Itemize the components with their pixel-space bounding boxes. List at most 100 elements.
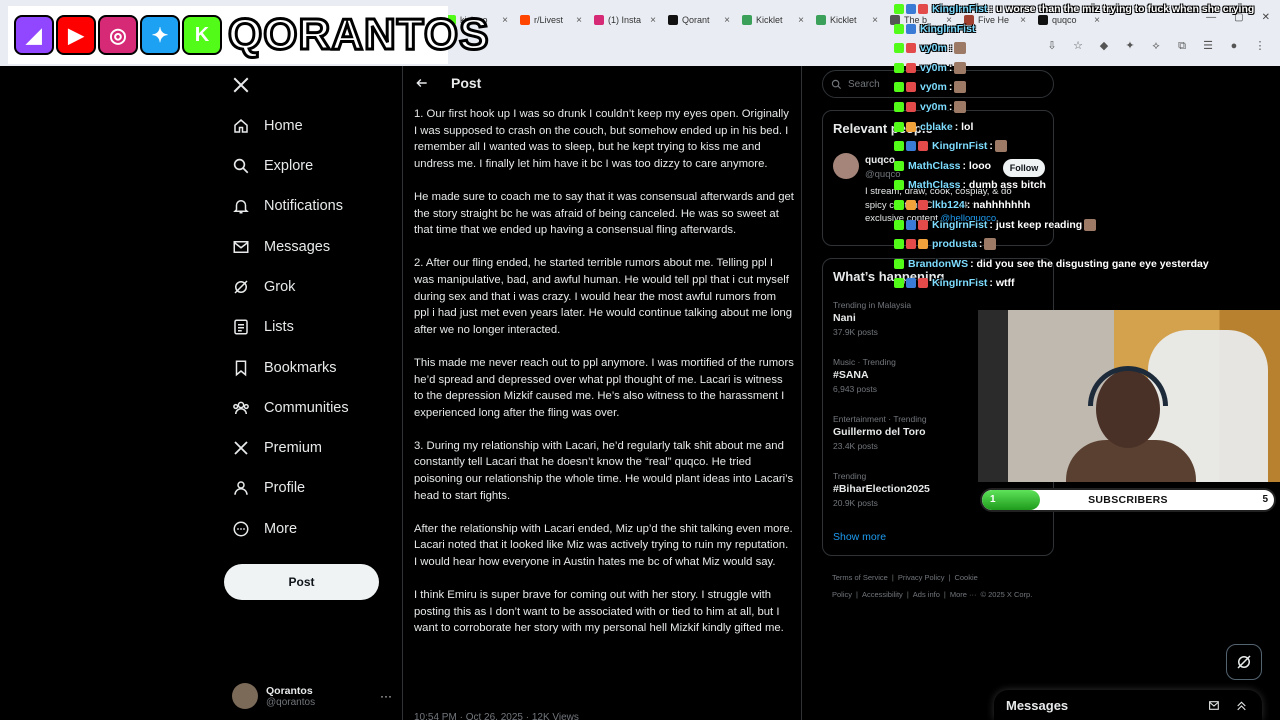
- nav-item-explore[interactable]: Explore: [232, 151, 313, 181]
- more-icon: [232, 520, 250, 538]
- close-tab-icon[interactable]: ×: [872, 15, 878, 26]
- left-navigation: Home Explore Notifications Messages Grok List…: [222, 66, 400, 720]
- nav-item-premium[interactable]: Premium: [232, 433, 322, 463]
- chat-badge-icon: [894, 258, 904, 269]
- instagram-icon: ◎: [98, 15, 138, 55]
- show-more-link[interactable]: Show more: [833, 531, 886, 543]
- nav-label: Profile: [264, 480, 306, 496]
- nav-label: Explore: [264, 158, 314, 174]
- chat-text: :: [989, 140, 993, 153]
- close-tab-icon[interactable]: ×: [650, 15, 656, 26]
- browser-tab[interactable]: (1) Insta ×: [588, 8, 662, 32]
- account-name: Qorantos: [266, 684, 313, 697]
- chat-badge-icon: [894, 62, 904, 73]
- chat-badge-icon: [894, 141, 904, 152]
- chat-text: : u worse than the miz trying to fuck wh…: [989, 3, 1255, 15]
- chat-username: vy0m: [920, 42, 947, 55]
- chat-text: :: [948, 81, 953, 94]
- grok-button[interactable]: [1226, 644, 1262, 680]
- post-paragraph: 2. After our fling ended, he started ter…: [414, 257, 793, 336]
- back-arrow-icon[interactable]: [415, 76, 429, 90]
- footer-link[interactable]: Terms of Service: [832, 573, 888, 582]
- chat-message: KingIrnFist:: [894, 137, 1007, 155]
- chat-badge-icon: [906, 141, 916, 152]
- chat-message: KingIrnFist: u worse than the miz trying…: [894, 0, 1254, 18]
- chat-badge-icon: [918, 278, 928, 289]
- close-tab-icon[interactable]: ×: [798, 15, 804, 26]
- nav-item-bookmarks[interactable]: Bookmarks: [232, 353, 337, 383]
- subscriber-label: SUBSCRIBERS: [1088, 494, 1168, 506]
- new-message-icon[interactable]: [1208, 699, 1221, 712]
- more-icon[interactable]: ···: [380, 689, 392, 703]
- tab-label: Qorant: [682, 15, 710, 25]
- relevant-user-name[interactable]: quqco: [865, 155, 895, 166]
- footer-link[interactable]: Accessibility: [862, 590, 903, 599]
- search-icon: [232, 157, 250, 175]
- chat-badge-icon: [894, 180, 904, 191]
- chat-badge-icon: [906, 219, 916, 230]
- chat-username: MathClass: [908, 159, 961, 172]
- chat-badge-icon: [918, 219, 928, 230]
- tab-favicon-icon: [520, 15, 530, 25]
- chevron-up-icon[interactable]: [1235, 699, 1248, 712]
- chat-badge-icon: [894, 23, 904, 34]
- chat-text: :: [948, 42, 953, 55]
- chat-emote-icon: [954, 42, 967, 55]
- chat-text: : did you see the disgusting gane eye ye…: [970, 257, 1209, 270]
- kick-icon: K: [182, 15, 222, 55]
- chat-message: vy0m:: [894, 98, 967, 116]
- x-logo-icon[interactable]: [232, 76, 250, 94]
- bookmark-icon: [232, 359, 250, 377]
- nav-item-grok[interactable]: Grok: [232, 272, 295, 302]
- chat-text: : just keep reading: [989, 218, 1083, 231]
- mail-icon: [232, 238, 250, 256]
- browser-tab[interactable]: Kicklet ×: [810, 8, 884, 32]
- browser-tab[interactable]: Qorant ×: [662, 8, 736, 32]
- chat-username: vy0m: [920, 61, 947, 74]
- nav-item-more[interactable]: More: [232, 514, 297, 544]
- x-icon: [232, 439, 250, 457]
- nav-item-communities[interactable]: Communities: [232, 393, 349, 423]
- nav-item-profile[interactable]: Profile: [232, 473, 305, 503]
- nav-label: Communities: [264, 400, 349, 416]
- close-tab-icon[interactable]: ×: [502, 15, 508, 26]
- chat-username: lkb124: [932, 199, 965, 211]
- chat-badge-icon: [918, 200, 928, 210]
- footer-link[interactable]: Ads info: [913, 590, 940, 599]
- nav-item-messages[interactable]: Messages: [232, 232, 330, 262]
- messages-drawer[interactable]: Messages: [994, 690, 1262, 720]
- footer-link[interactable]: © 2025 X Corp.: [981, 590, 1033, 599]
- chat-badge-icon: [918, 4, 928, 14]
- browser-tab[interactable]: r/Livest ×: [514, 8, 588, 32]
- nav-item-notifications[interactable]: Notifications: [232, 191, 343, 221]
- chat-message: vy0m:: [894, 78, 967, 96]
- post-header: Post: [403, 66, 801, 102]
- close-tab-icon[interactable]: ×: [576, 15, 582, 26]
- tab-favicon-icon: [742, 15, 752, 25]
- chat-message: KingIrnFist: [894, 20, 977, 38]
- twitter-icon: ✦: [140, 15, 180, 55]
- browser-tab[interactable]: Kicklet ×: [736, 8, 810, 32]
- footer-link[interactable]: More ···: [950, 590, 977, 599]
- chat-badge-icon: [894, 43, 904, 54]
- chat-badge-icon: [894, 121, 904, 132]
- post-button[interactable]: Post: [224, 564, 379, 600]
- account-handle: @qorantos: [266, 696, 316, 708]
- footer-link[interactable]: Privacy Policy: [898, 573, 945, 582]
- tab-favicon-icon: [816, 15, 826, 25]
- bell-icon: [232, 197, 250, 215]
- nav-item-home[interactable]: Home: [232, 111, 303, 141]
- post-paragraph: 3. During my relationship with Lacari, h…: [414, 439, 794, 502]
- footer-divider: |: [948, 573, 951, 582]
- close-tab-icon[interactable]: ×: [724, 15, 730, 26]
- account-switcher[interactable]: Qorantos @qorantos ···: [232, 680, 392, 712]
- tab-favicon-icon: [594, 15, 604, 25]
- avatar[interactable]: [833, 153, 859, 179]
- nav-label: Notifications: [264, 198, 343, 214]
- chat-message: MathClass: looo: [894, 157, 991, 175]
- nav-item-lists[interactable]: Lists: [232, 312, 294, 342]
- chat-emote-icon: [984, 238, 997, 251]
- chat-text: : looo: [962, 159, 992, 172]
- footer-divider: |: [856, 589, 858, 599]
- chat-badge-icon: [906, 200, 916, 210]
